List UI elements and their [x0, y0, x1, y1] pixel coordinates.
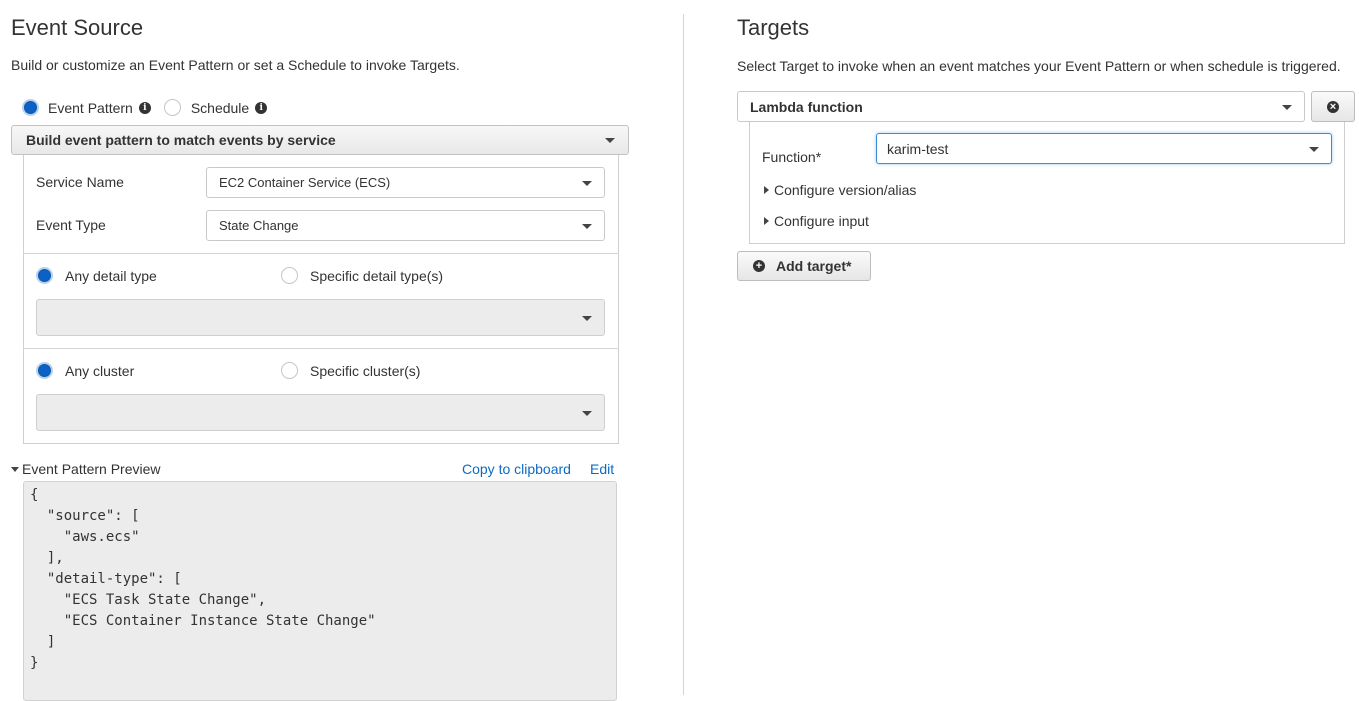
- chevron-down-icon: [582, 180, 592, 186]
- target-type-value: Lambda function: [750, 98, 863, 115]
- targets-title: Targets: [737, 15, 810, 40]
- caret-right-icon: [764, 217, 769, 225]
- remove-target-button[interactable]: ×: [1311, 91, 1355, 122]
- service-name-value: EC2 Container Service (ECS): [219, 175, 391, 190]
- event-pattern-preview-toggle[interactable]: Event Pattern Preview: [11, 461, 161, 477]
- add-target-label: Add target*: [776, 258, 852, 274]
- function-value: karim-test: [887, 140, 949, 157]
- function-select[interactable]: karim-test: [876, 133, 1332, 164]
- any-cluster-label[interactable]: Any cluster: [65, 363, 134, 379]
- specific-cluster-radio[interactable]: [281, 362, 298, 379]
- service-name-label: Service Name: [36, 174, 124, 190]
- add-target-button[interactable]: + Add target*: [737, 251, 871, 281]
- chevron-down-icon: [1282, 104, 1292, 110]
- schedule-label[interactable]: Schedule: [191, 100, 249, 116]
- target-type-select[interactable]: Lambda function: [737, 91, 1305, 122]
- configure-version-toggle[interactable]: Configure version/alias: [764, 182, 916, 198]
- plus-circle-icon: +: [753, 260, 765, 272]
- any-detail-type-radio[interactable]: [36, 267, 53, 284]
- edit-link[interactable]: Edit: [590, 461, 614, 477]
- event-source-title: Event Source: [11, 15, 144, 40]
- chevron-down-icon: [582, 410, 592, 416]
- divider: [23, 253, 619, 254]
- function-label: Function*: [762, 149, 822, 165]
- any-cluster-radio[interactable]: [36, 362, 53, 379]
- column-divider: [683, 14, 684, 695]
- copy-to-clipboard-link[interactable]: Copy to clipboard: [462, 461, 571, 477]
- chevron-down-icon: [582, 315, 592, 321]
- event-pattern-radio[interactable]: [22, 99, 39, 116]
- specific-cluster-label[interactable]: Specific cluster(s): [310, 363, 420, 379]
- cluster-select[interactable]: [36, 394, 605, 431]
- info-icon[interactable]: i: [138, 101, 151, 114]
- configure-input-toggle[interactable]: Configure input: [764, 213, 869, 229]
- detail-type-specific-option[interactable]: Specific detail type(s): [281, 267, 443, 284]
- service-name-select[interactable]: EC2 Container Service (ECS): [206, 167, 605, 198]
- detail-type-select[interactable]: [36, 299, 605, 336]
- chevron-down-icon: [582, 223, 592, 229]
- event-pattern-label[interactable]: Event Pattern: [48, 100, 133, 116]
- any-detail-type-label[interactable]: Any detail type: [65, 268, 157, 284]
- caret-down-icon: [11, 466, 19, 472]
- pattern-builder-value: Build event pattern to match events by s…: [26, 132, 336, 148]
- detail-type-any-option[interactable]: Any detail type: [36, 267, 157, 284]
- targets-description: Select Target to invoke when an event ma…: [737, 58, 1341, 74]
- configure-version-label: Configure version/alias: [774, 182, 917, 198]
- specific-detail-type-radio[interactable]: [281, 267, 298, 284]
- caret-right-icon: [764, 186, 769, 194]
- event-type-value: State Change: [219, 218, 299, 233]
- chevron-down-icon: [605, 138, 615, 143]
- mode-radio-group: Event Pattern i Schedule i: [22, 99, 268, 116]
- schedule-radio[interactable]: [163, 99, 181, 116]
- event-type-label: Event Type: [36, 217, 106, 233]
- info-icon[interactable]: i: [255, 101, 268, 114]
- chevron-down-icon: [1309, 146, 1319, 152]
- pattern-builder-select[interactable]: Build event pattern to match events by s…: [11, 125, 629, 155]
- divider: [23, 348, 619, 349]
- cluster-any-option[interactable]: Any cluster: [36, 362, 134, 379]
- specific-detail-type-label[interactable]: Specific detail type(s): [310, 268, 443, 284]
- event-source-description: Build or customize an Event Pattern or s…: [11, 57, 460, 73]
- close-circle-icon: ×: [1327, 100, 1339, 113]
- event-pattern-preview-label: Event Pattern Preview: [22, 461, 161, 477]
- event-type-select[interactable]: State Change: [206, 210, 605, 241]
- event-pattern-code[interactable]: { "source": [ "aws.ecs" ], "detail-type"…: [23, 481, 617, 701]
- cluster-specific-option[interactable]: Specific cluster(s): [281, 362, 420, 379]
- configure-input-label: Configure input: [774, 213, 869, 229]
